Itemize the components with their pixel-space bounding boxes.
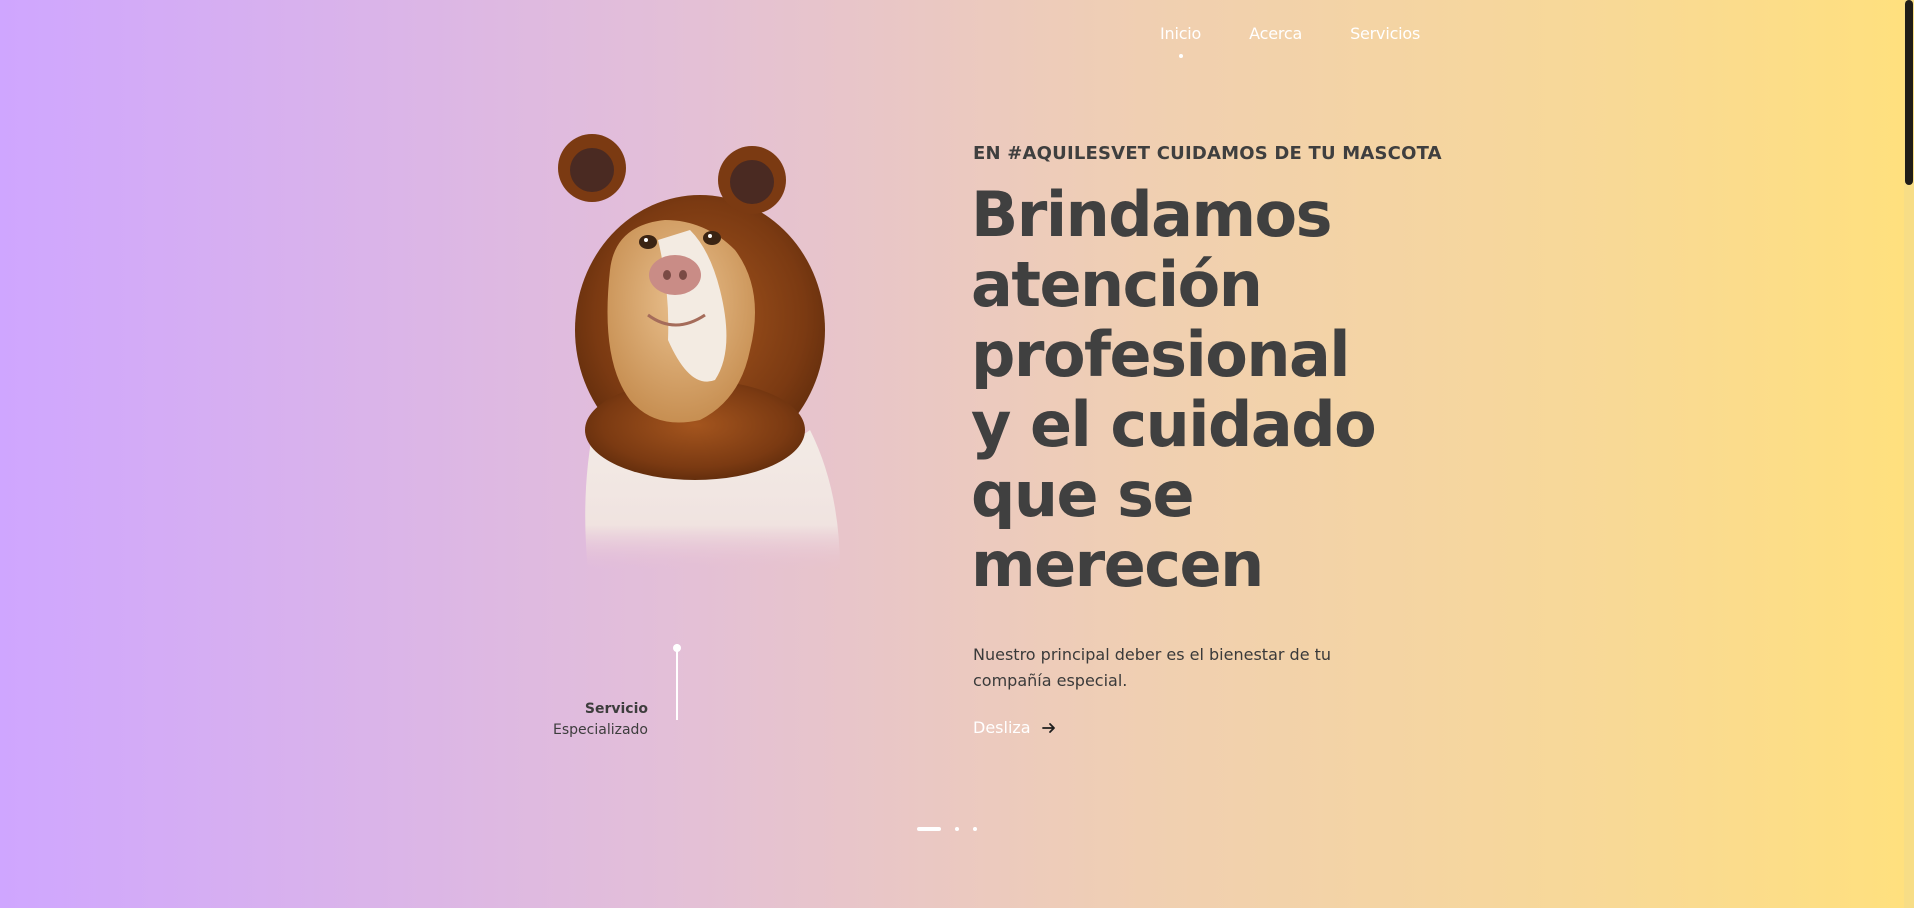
top-nav: Inicio Acerca Servicios [1160,24,1420,58]
hero-description: Nuestro principal deber es el bienestar … [973,645,1332,690]
pager-dot[interactable] [955,827,959,831]
service-title: Servicio [584,701,648,717]
arrow-right-icon [1041,722,1055,733]
hero-headline: Brindamos atención profesional y el cuid… [971,180,1401,600]
headline-line: atención [971,248,1263,321]
headline-line: que se [971,458,1195,531]
headline-line: Brindamos [971,178,1333,251]
nav-item-acerca[interactable]: Acerca [1249,24,1302,43]
nav-item-servicios[interactable]: Servicios [1350,24,1420,43]
hero-eyebrow: EN #AQUILESVET CUIDAMOS DE TU MASCOTA [973,143,1442,164]
pager-dot[interactable] [917,827,941,831]
scrollbar[interactable] [1904,0,1914,908]
nav-item-inicio[interactable]: Inicio [1160,24,1201,58]
headline-line: merecen [971,528,1264,601]
service-divider [676,644,678,720]
service-subtitle: Especializado [553,722,648,738]
dog-image [558,134,840,570]
scrollbar-thumb[interactable] [1905,0,1913,185]
headline-line: profesional [971,318,1351,391]
slide-pager [917,827,977,831]
cta-label: Desliza [973,718,1031,737]
service-dot [673,644,681,652]
pager-dot[interactable] [973,827,977,831]
scroll-cta-button[interactable]: Desliza [973,718,1057,737]
headline-line: y el cuidado [971,388,1377,461]
page: Inicio Acerca Servicios EN #AQUILESVET C… [0,0,1904,908]
